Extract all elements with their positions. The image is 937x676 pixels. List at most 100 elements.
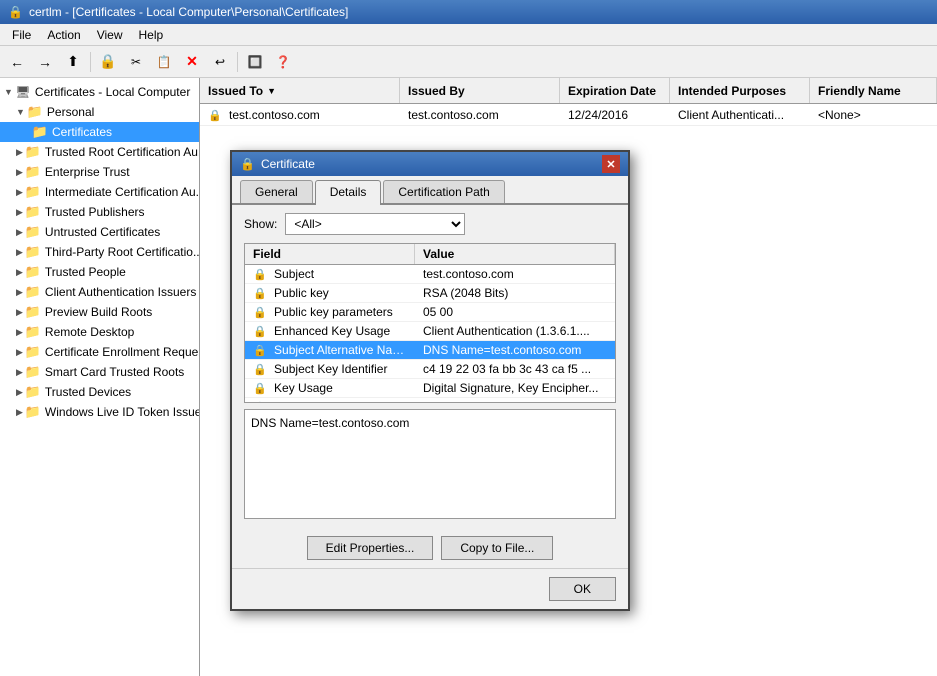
sidebar-item-third-party[interactable]: ▶ 📁 Third-Party Root Certificatio...: [0, 242, 199, 262]
folder-icon: 📁: [25, 324, 41, 340]
detail-row-subject[interactable]: 🔒 Subject test.contoso.com: [245, 265, 615, 284]
detail-row-pubkey[interactable]: 🔒 Public key RSA (2048 Bits): [245, 284, 615, 303]
col-header-issued-by[interactable]: Issued By: [400, 78, 560, 103]
folder-icon: 📁: [25, 404, 41, 420]
dialog-close-button[interactable]: ✕: [602, 155, 620, 173]
detail-value-eku: Client Authentication (1.3.6.1....: [415, 322, 615, 340]
detail-field-pubkey-params: 🔒 Public key parameters: [245, 303, 415, 321]
folder-icon: 📁: [25, 364, 41, 380]
sidebar-item-preview-build[interactable]: ▶ 📁 Preview Build Roots: [0, 302, 199, 322]
sidebar-item-trusted-people[interactable]: ▶ 📁 Trusted People: [0, 262, 199, 282]
chevron-icon: ▶: [16, 187, 23, 198]
sidebar-item-trusted-devices[interactable]: ▶ 📁 Trusted Devices: [0, 382, 199, 402]
toolbar-help[interactable]: ❓: [270, 49, 296, 75]
chevron-down-icon: ▼: [4, 87, 13, 97]
toolbar-forward[interactable]: →: [32, 49, 58, 75]
ok-row: OK: [232, 568, 628, 609]
sidebar-label-trusted-devices: Trusted Devices: [45, 385, 131, 399]
detail-field-ski: 🔒 Subject Key Identifier: [245, 360, 415, 378]
tab-certification-path[interactable]: Certification Path: [383, 180, 504, 203]
sidebar-label-trusted-publishers: Trusted Publishers: [45, 205, 145, 219]
menu-action[interactable]: Action: [39, 26, 88, 44]
sidebar-item-computer[interactable]: ▼ 🖥 Certificates - Local Computer: [0, 82, 199, 102]
tabs-bar: General Details Certification Path: [232, 176, 628, 205]
sidebar-item-client-auth[interactable]: ▶ 📁 Client Authentication Issuers: [0, 282, 199, 302]
toolbar-up[interactable]: ⬆: [60, 49, 86, 75]
sidebar-item-untrusted[interactable]: ▶ 📁 Untrusted Certificates: [0, 222, 199, 242]
chevron-icon: ▶: [16, 207, 23, 218]
toolbar-undo[interactable]: ↩: [207, 49, 233, 75]
chevron-icon: ▶: [16, 307, 23, 318]
col-header-issued-to[interactable]: Issued To ▼: [200, 78, 400, 103]
detail-value-san: DNS Name=test.contoso.com: [415, 341, 615, 359]
app-icon: 🔒: [8, 5, 23, 19]
sidebar-item-windows-live[interactable]: ▶ 📁 Windows Live ID Token Issuer...: [0, 402, 199, 422]
sidebar-item-trusted-root[interactable]: ▶ 📁 Trusted Root Certification Au...: [0, 142, 199, 162]
sidebar-label-enterprise: Enterprise Trust: [45, 165, 130, 179]
toolbar-sep-1: [90, 52, 91, 72]
sidebar-item-trusted-publishers[interactable]: ▶ 📁 Trusted Publishers: [0, 202, 199, 222]
edit-properties-button[interactable]: Edit Properties...: [307, 536, 434, 560]
detail-row-ski[interactable]: 🔒 Subject Key Identifier c4 19 22 03 fa …: [245, 360, 615, 379]
detail-row-pubkey-params[interactable]: 🔒 Public key parameters 05 00: [245, 303, 615, 322]
dialog-title-text: Certificate: [261, 157, 315, 171]
detail-row-thumbprint-alg[interactable]: 🔒 Thumbprint algorithm sha1: [245, 398, 615, 403]
detail-row-eku[interactable]: 🔒 Enhanced Key Usage Client Authenticati…: [245, 322, 615, 341]
sidebar-item-personal[interactable]: ▼ 📁 Personal: [0, 102, 199, 122]
sidebar-label-windows-live: Windows Live ID Token Issuer...: [45, 405, 199, 419]
sidebar-item-intermediate[interactable]: ▶ 📁 Intermediate Certification Au...: [0, 182, 199, 202]
toolbar-lock[interactable]: 🔒: [95, 49, 121, 75]
list-row[interactable]: 🔒 test.contoso.com test.contoso.com 12/2…: [200, 104, 937, 126]
folder-icon: 📁: [25, 144, 41, 160]
chevron-icon: ▶: [16, 287, 23, 298]
copy-to-file-button[interactable]: Copy to File...: [441, 536, 553, 560]
value-display[interactable]: DNS Name=test.contoso.com: [244, 409, 616, 519]
ok-button[interactable]: OK: [549, 577, 616, 601]
folder-icon: 📁: [25, 344, 41, 360]
toolbar-cut[interactable]: ✂: [123, 49, 149, 75]
detail-row-san[interactable]: 🔒 Subject Alternative Name DNS Name=test…: [245, 341, 615, 360]
col-header-friendly[interactable]: Friendly Name: [810, 78, 937, 103]
show-row: Show: <All> Version 1 Fields Only Extens…: [232, 205, 628, 243]
toolbar-delete[interactable]: ✕: [179, 49, 205, 75]
folder-icon: 📁: [25, 184, 41, 200]
menu-file[interactable]: File: [4, 26, 39, 44]
sidebar-item-smart-card[interactable]: ▶ 📁 Smart Card Trusted Roots: [0, 362, 199, 382]
title-bar: 🔒 certlm - [Certificates - Local Compute…: [0, 0, 937, 24]
toolbar-properties[interactable]: 🔲: [242, 49, 268, 75]
detail-row-key-usage[interactable]: 🔒 Key Usage Digital Signature, Key Encip…: [245, 379, 615, 398]
show-select[interactable]: <All> Version 1 Fields Only Extensions O…: [285, 213, 465, 235]
sidebar-item-remote-desktop[interactable]: ▶ 📁 Remote Desktop: [0, 322, 199, 342]
tab-details[interactable]: Details: [315, 180, 382, 205]
details-table-header: Field Value: [245, 244, 615, 265]
title-text: certlm - [Certificates - Local Computer\…: [29, 5, 348, 19]
folder-icon: 📁: [27, 104, 43, 120]
menu-view[interactable]: View: [89, 26, 131, 44]
detail-value-key-usage: Digital Signature, Key Encipher...: [415, 379, 615, 397]
cell-issued-by: test.contoso.com: [400, 106, 560, 124]
folder-icon: 📁: [25, 264, 41, 280]
chevron-down-icon: ▼: [16, 107, 25, 117]
sidebar-item-certificates[interactable]: 📁 Certificates: [0, 122, 199, 142]
col-header-intended[interactable]: Intended Purposes: [670, 78, 810, 103]
tab-general[interactable]: General: [240, 180, 313, 203]
chevron-icon: ▶: [16, 267, 23, 278]
folder-icon: 📁: [25, 284, 41, 300]
chevron-icon: ▶: [16, 147, 23, 158]
chevron-icon: ▶: [16, 167, 23, 178]
sidebar-item-enterprise[interactable]: ▶ 📁 Enterprise Trust: [0, 162, 199, 182]
sidebar-label-third-party: Third-Party Root Certificatio...: [45, 245, 199, 259]
toolbar-copy[interactable]: 📋: [151, 49, 177, 75]
detail-field-subject: 🔒 Subject: [245, 265, 415, 283]
toolbar-back[interactable]: ←: [4, 49, 30, 75]
sidebar-label-enrollment: Certificate Enrollment Reque...: [45, 345, 199, 359]
dialog-title-bar: 🔒 Certificate ✕: [232, 152, 628, 176]
details-table-container: Field Value 🔒 Subject test.contoso.com 🔒…: [244, 243, 616, 403]
col-header-exp-date[interactable]: Expiration Date: [560, 78, 670, 103]
menu-help[interactable]: Help: [131, 26, 172, 44]
detail-field-eku: 🔒 Enhanced Key Usage: [245, 322, 415, 340]
sidebar-label-certificates: Certificates: [52, 125, 112, 139]
chevron-icon: ▶: [16, 327, 23, 338]
sidebar-label-intermediate: Intermediate Certification Au...: [45, 185, 199, 199]
sidebar-item-enrollment[interactable]: ▶ 📁 Certificate Enrollment Reque...: [0, 342, 199, 362]
